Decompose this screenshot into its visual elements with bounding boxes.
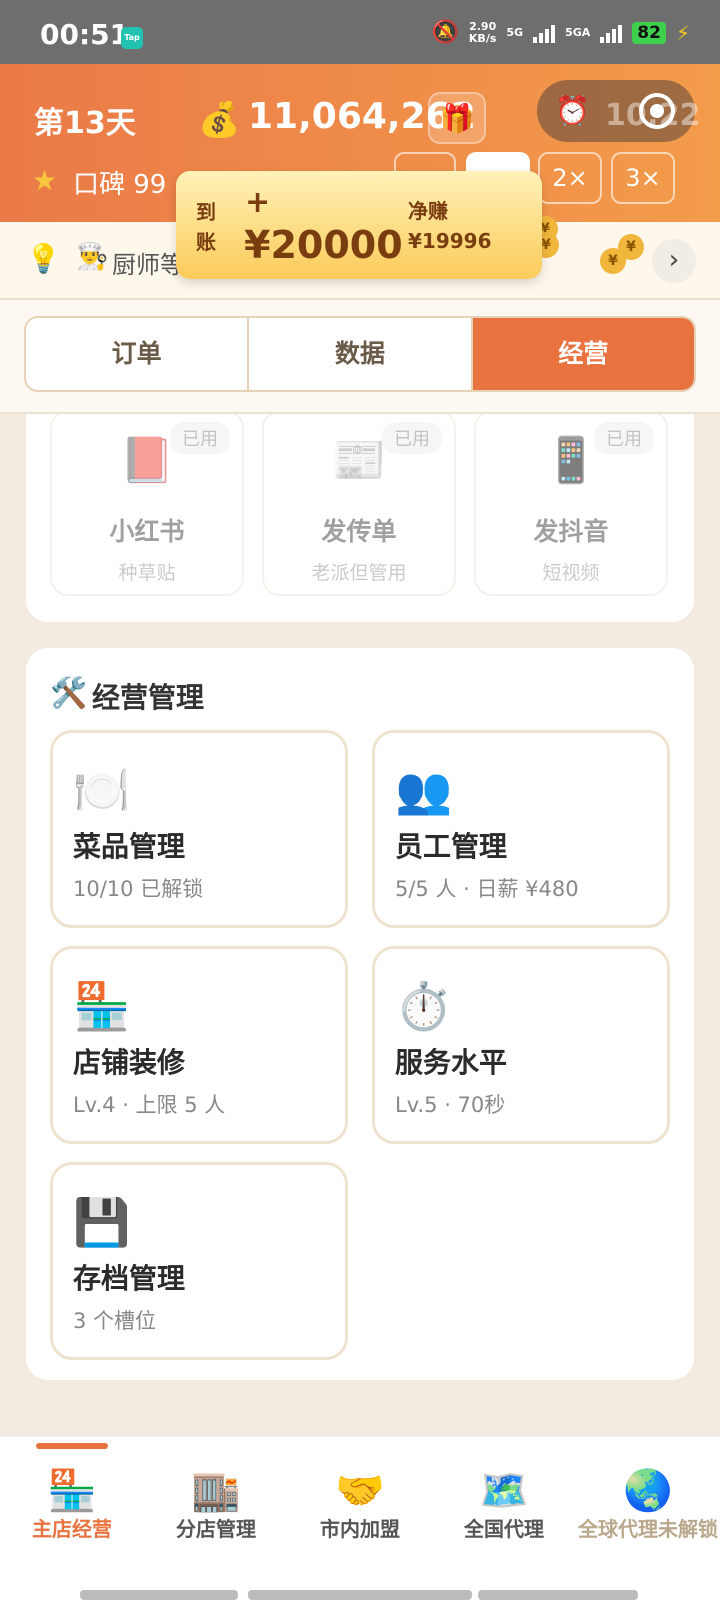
card-dish-management[interactable]: 🍽️ 菜品管理 10/10 已解锁 — [50, 730, 348, 928]
toast-net-label: 净赚 — [408, 199, 448, 223]
status-bar: 00:51 Tap 🔕 2.90 KB/s 5G 5GA 82 ⚡ — [0, 0, 720, 64]
store-icon: 🏪 — [47, 1468, 97, 1514]
card-subtitle: Lv.5 · 70秒 — [395, 1093, 506, 1117]
card-title: 员工管理 — [395, 830, 508, 863]
promo-subtitle: 老派但管用 — [311, 562, 407, 584]
reputation: 口碑 99 — [73, 170, 167, 200]
nav-global-agency[interactable]: 🌏 全球代理未解锁 — [576, 1467, 720, 1541]
income-toast: 到账 + ¥20000 净赚 ¥19996 — [176, 171, 542, 279]
bottom-nav: 🏪 主店经营 🏬 分店管理 🤝 市内加盟 🗺️ 全国代理 🌏 全球代理未解锁 — [0, 1435, 720, 1600]
handshake-icon: 🤝 — [335, 1468, 385, 1514]
status-indicators: 🔕 2.90 KB/s 5G 5GA 82 ⚡ — [432, 20, 691, 45]
tab-data[interactable]: 数据 — [249, 318, 473, 390]
signal-icon — [533, 23, 556, 43]
card-subtitle: 3 个槽位 — [73, 1309, 157, 1333]
promo-subtitle: 种草贴 — [118, 562, 176, 584]
status-time: 00:51 — [40, 18, 130, 51]
card-title: 菜品管理 — [73, 830, 186, 863]
card-subtitle: Lv.4 · 上限 5 人 — [73, 1093, 226, 1117]
card-staff-management[interactable]: 👥 员工管理 5/5 人 · 日薪 ¥480 — [372, 730, 670, 928]
gift-button[interactable]: 🎁 — [428, 92, 486, 144]
management-section: 🛠️ 经营管理 🍽️ 菜品管理 10/10 已解锁 👥 员工管理 5/5 人 ·… — [26, 648, 694, 1380]
card-title: 店铺装修 — [73, 1046, 186, 1079]
card-service-level[interactable]: ⏱️ 服务水平 Lv.5 · 70秒 — [372, 946, 670, 1144]
promo-flyers[interactable]: 已用 📰 发传单 老派但管用 — [262, 410, 456, 596]
card-subtitle: 10/10 已解锁 — [73, 877, 204, 901]
home-indicator — [478, 1590, 638, 1600]
record-icon[interactable] — [639, 93, 675, 129]
battery-icon: 82 — [632, 21, 666, 44]
coin-icon: ¥ — [618, 234, 644, 260]
people-icon: 👥 — [395, 763, 453, 817]
nav-label: 主店经营 — [32, 1517, 112, 1541]
newspaper-icon: 📰 — [331, 435, 387, 486]
promotion-card: 已用 📕 小红书 种草贴 已用 📰 发传单 老派但管用 已用 📱 发抖音 短视频 — [26, 380, 694, 622]
money-bag-icon: 💰 — [198, 100, 241, 140]
toast-plus: + — [245, 185, 271, 220]
nav-label: 分店管理 — [176, 1517, 256, 1541]
globe-icon: 🌏 — [623, 1468, 673, 1514]
toast-amount: ¥20000 — [244, 223, 403, 267]
floppy-icon: 💾 — [73, 1195, 131, 1249]
alarm-clock-icon: ⏰ — [555, 94, 590, 127]
ticker-text: 厨师等 — [112, 251, 184, 279]
building-icon: 🏬 — [191, 1468, 241, 1514]
lightbulb-icon: 💡 — [26, 242, 61, 275]
promo-xiaohongshu[interactable]: 已用 📕 小红书 种草贴 — [50, 410, 244, 596]
card-title: 存档管理 — [73, 1262, 186, 1295]
toast-arrival-label: 到账 — [196, 200, 216, 254]
nav-main-store[interactable]: 🏪 主店经营 — [0, 1467, 144, 1541]
nav-label: 市内加盟 — [320, 1517, 400, 1541]
promo-subtitle: 短视频 — [542, 562, 600, 584]
tab-operations[interactable]: 经营 — [472, 318, 694, 390]
card-title: 服务水平 — [395, 1046, 508, 1079]
timer-pill[interactable]: ⏰ 10:22 — [537, 80, 701, 142]
promo-title: 发抖音 — [533, 517, 609, 546]
nav-national-agency[interactable]: 🗺️ 全国代理 — [432, 1467, 576, 1541]
card-subtitle: 5/5 人 · 日薪 ¥480 — [395, 877, 579, 901]
gift-icon: 🎁 — [439, 102, 475, 135]
home-indicator — [80, 1590, 238, 1600]
nav-city-franchise[interactable]: 🤝 市内加盟 — [288, 1467, 432, 1541]
network-type-2: 5GA — [565, 26, 591, 39]
map-icon: 🗺️ — [479, 1468, 529, 1514]
ticker-next-button[interactable]: › — [652, 239, 696, 283]
promo-title: 发传单 — [321, 517, 397, 546]
nav-label: 全国代理 — [464, 1517, 544, 1541]
signal-icon-2 — [600, 23, 623, 43]
book-icon: 📕 — [119, 435, 175, 486]
speed-2x-button[interactable]: 2× — [538, 152, 602, 204]
day-counter: 第13天 — [34, 106, 136, 141]
stopwatch-icon: ⏱️ — [395, 979, 453, 1033]
store-icon: 🏪 — [73, 979, 131, 1033]
mute-bell-icon: 🔕 — [431, 20, 459, 45]
toast-net-amount: ¥19996 — [408, 229, 492, 253]
promo-title: 小红书 — [109, 517, 185, 546]
phone-icon: 📱 — [543, 435, 599, 486]
network-speed-unit: KB/s — [468, 31, 497, 45]
home-indicator — [248, 1590, 472, 1600]
star-icon: ★ — [32, 164, 58, 197]
nav-label: 全球代理未解锁 — [578, 1517, 718, 1541]
nav-branch-management[interactable]: 🏬 分店管理 — [144, 1467, 288, 1541]
tools-icon: 🛠️ — [50, 676, 88, 711]
chef-icon: 👨‍🍳 — [76, 242, 109, 272]
active-tab-indicator — [36, 1443, 108, 1449]
tab-orders[interactable]: 订单 — [26, 318, 250, 390]
plate-icon: 🍽️ — [73, 763, 131, 817]
speed-3x-button[interactable]: 3× — [611, 152, 675, 204]
charging-icon: ⚡ — [675, 20, 690, 45]
card-store-decoration[interactable]: 🏪 店铺装修 Lv.4 · 上限 5 人 — [50, 946, 348, 1144]
main-tabs: 订单 数据 经营 — [24, 316, 696, 392]
card-save-management[interactable]: 💾 存档管理 3 个槽位 — [50, 1162, 348, 1360]
network-type-1: 5G — [506, 26, 524, 39]
promo-douyin[interactable]: 已用 📱 发抖音 短视频 — [474, 410, 668, 596]
section-title: 经营管理 — [92, 681, 205, 714]
network-speed: 2.90 KB/s — [468, 20, 497, 45]
tap-app-icon: Tap — [121, 27, 143, 49]
tabs-area: 订单 数据 经营 — [0, 300, 720, 414]
